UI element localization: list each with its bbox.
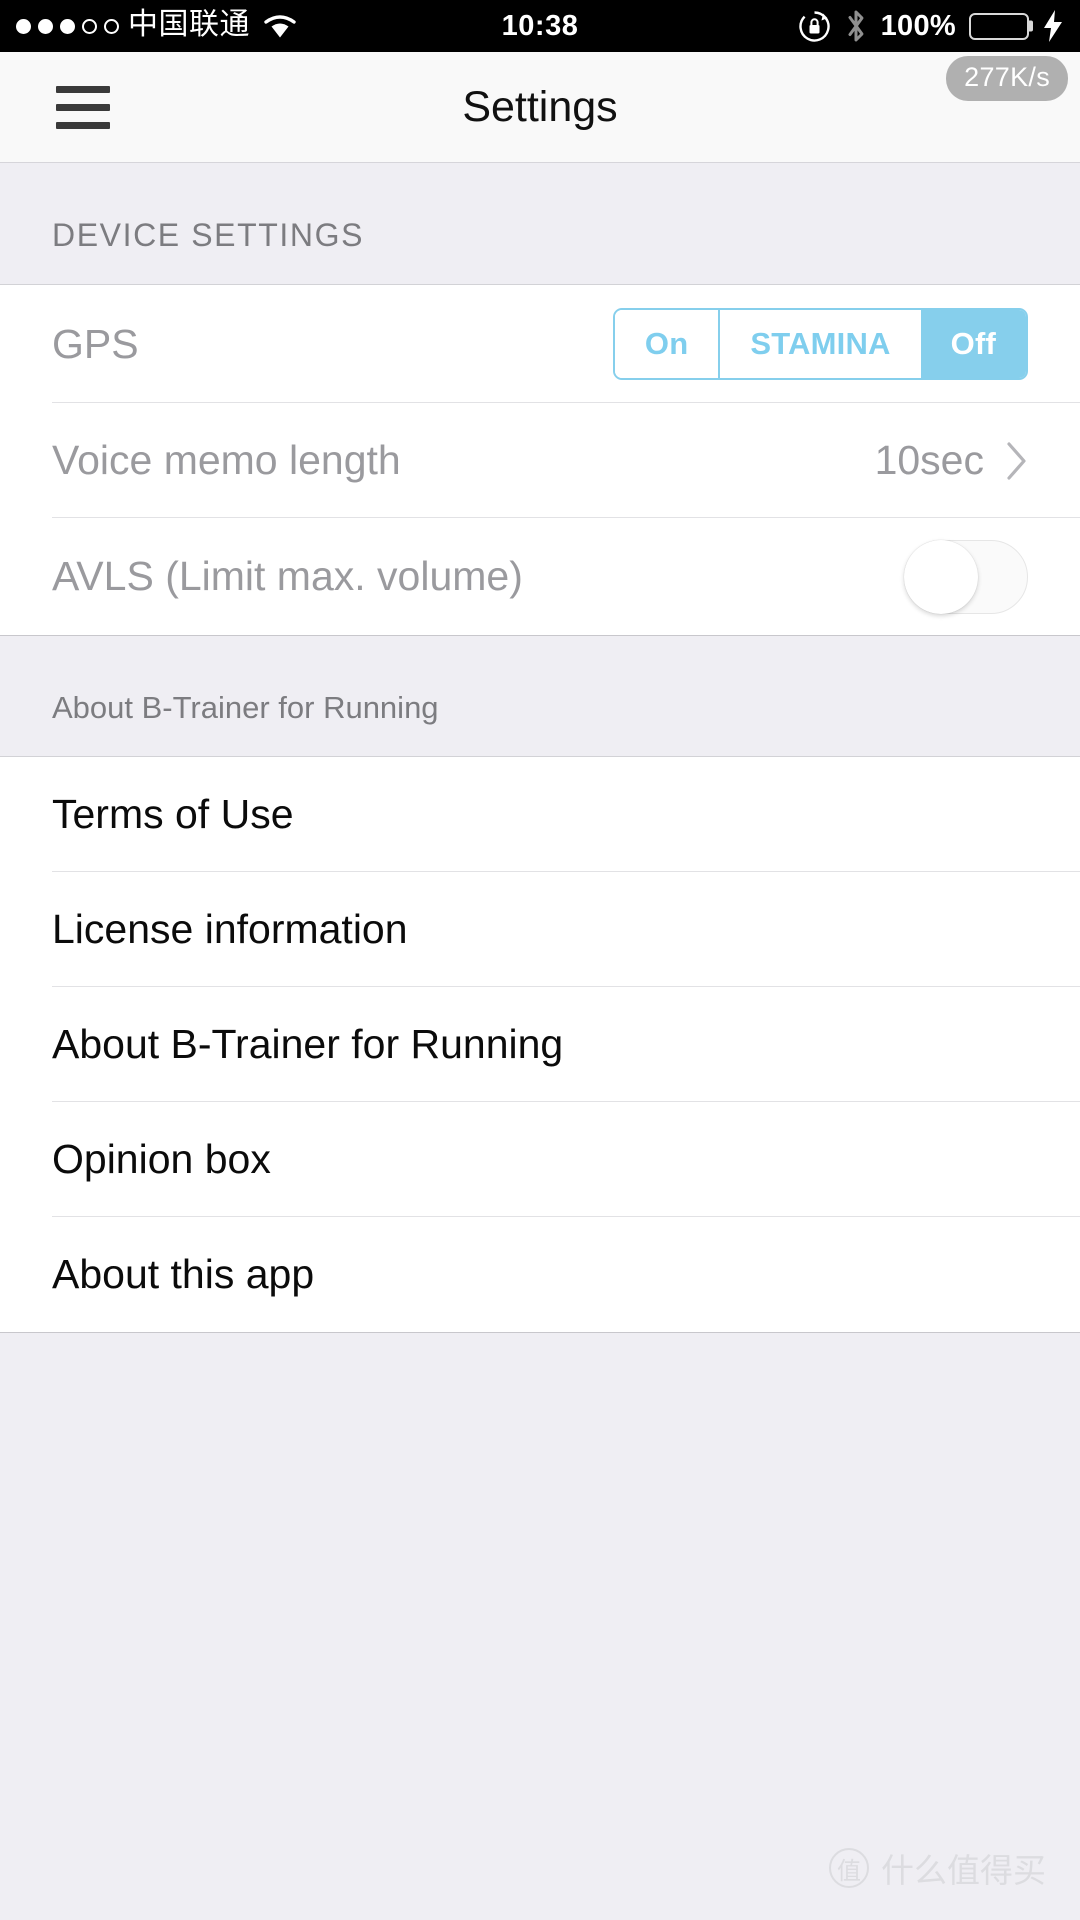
status-bar: 中国联通 10:38 100% [0, 0, 1080, 52]
list-item-terms-of-use[interactable]: Terms of Use [0, 757, 1080, 872]
row-voice-memo-length[interactable]: Voice memo length 10sec [0, 403, 1080, 518]
list-item-about-b-trainer[interactable]: About B-Trainer for Running [0, 987, 1080, 1102]
about-list-group: Terms of Use License information About B… [0, 756, 1080, 1333]
list-item-label: Terms of Use [52, 791, 294, 837]
voice-memo-value: 10sec [874, 437, 984, 483]
wifi-icon [264, 15, 296, 38]
signal-dot [16, 18, 31, 34]
list-item-label: About B-Trainer for Running [52, 1021, 564, 1067]
navigation-bar: Settings [0, 52, 1080, 162]
list-item-label: License information [52, 906, 408, 952]
status-bar-right: 100% [798, 8, 1064, 44]
row-avls[interactable]: AVLS (Limit max. volume) [0, 518, 1080, 635]
gps-option-stamina[interactable]: STAMINA [718, 310, 921, 378]
signal-dot [104, 18, 119, 34]
status-bar-left: 中国联通 [16, 10, 297, 42]
gps-segmented-control[interactable]: On STAMINA Off [612, 308, 1028, 380]
network-speed-badge: 277K/s [946, 56, 1068, 101]
row-gps[interactable]: GPS On STAMINA Off [0, 285, 1080, 403]
device-settings-header: DEVICE SETTINGS [0, 162, 1080, 284]
phone-screen: 中国联通 10:38 100% 277K/s Settings DEVICE S… [0, 0, 1080, 1920]
avls-toggle[interactable] [904, 539, 1028, 614]
avls-toggle-knob [904, 539, 978, 614]
about-section-header: About B-Trainer for Running [0, 636, 1080, 756]
battery-percentage: 100% [880, 9, 956, 42]
hamburger-line [56, 121, 110, 129]
gps-option-off[interactable]: Off [920, 310, 1026, 378]
page-title: Settings [462, 82, 618, 131]
battery-cap [1029, 20, 1033, 32]
signal-dot [60, 18, 75, 34]
voice-memo-value-group: 10sec [875, 437, 1028, 484]
list-item-opinion-box[interactable]: Opinion box [0, 1102, 1080, 1217]
watermark-text: 什么值得买 [881, 1852, 1046, 1889]
hamburger-line [56, 103, 110, 111]
signal-dot [82, 18, 97, 34]
battery-icon [969, 12, 1033, 40]
chevron-right-icon [1007, 441, 1026, 480]
bluetooth-icon [848, 10, 864, 42]
list-item-label: Opinion box [52, 1136, 271, 1182]
watermark-logo-icon: 值 [829, 1848, 869, 1888]
signal-strength-dots [16, 18, 119, 34]
watermark: 值 什么值得买 [829, 1844, 1046, 1892]
list-item-about-this-app[interactable]: About this app [0, 1217, 1080, 1332]
device-settings-group: GPS On STAMINA Off Voice memo length 10s… [0, 284, 1080, 636]
signal-dot [38, 18, 53, 34]
voice-memo-label: Voice memo length [52, 437, 401, 483]
avls-label: AVLS (Limit max. volume) [52, 553, 523, 599]
gps-label: GPS [52, 320, 139, 367]
hamburger-line [56, 85, 110, 93]
list-item-license-information[interactable]: License information [0, 872, 1080, 987]
list-item-label: About this app [52, 1251, 315, 1297]
carrier-name: 中国联通 [128, 8, 250, 41]
charging-bolt-icon [1044, 10, 1062, 42]
rotation-lock-icon [798, 10, 830, 42]
gps-option-on[interactable]: On [614, 310, 719, 378]
hamburger-menu-icon[interactable] [56, 85, 110, 129]
